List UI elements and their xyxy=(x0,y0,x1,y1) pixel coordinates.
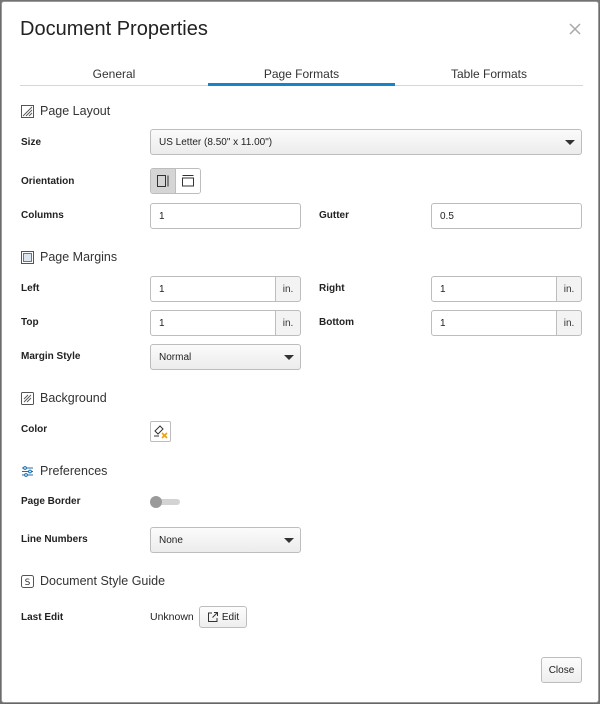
chevron-down-icon xyxy=(284,538,294,543)
last-edit-value: Unknown xyxy=(150,611,194,623)
right-margin-input[interactable]: 1 xyxy=(431,276,557,302)
style-guide-heading: Document Style Guide xyxy=(40,574,166,588)
background-icon xyxy=(21,391,34,405)
orientation-label: Orientation xyxy=(21,176,75,187)
left-margin-value: 1 xyxy=(159,283,165,295)
columns-input-value: 1 xyxy=(159,210,165,222)
orientation-toggle-group xyxy=(150,168,201,194)
style-guide-icon: S xyxy=(21,574,34,588)
bottom-margin-input[interactable]: 1 xyxy=(431,310,557,336)
background-color-swatch[interactable] xyxy=(150,421,171,442)
page-margins-heading: Page Margins xyxy=(40,250,118,264)
page-margins-section-heading: Page Margins xyxy=(21,250,117,264)
line-numbers-value: None xyxy=(159,534,183,546)
right-margin-label: Right xyxy=(319,283,345,294)
external-link-icon xyxy=(207,611,219,623)
size-select-value: US Letter (8.50" x 11.00") xyxy=(159,136,273,148)
margin-style-label: Margin Style xyxy=(21,351,81,362)
size-label: Size xyxy=(21,137,42,148)
bottom-margin-unit: in. xyxy=(556,310,582,336)
edit-style-guide-button[interactable]: Edit xyxy=(199,606,247,628)
right-margin-unit: in. xyxy=(556,276,582,302)
page-layout-heading: Page Layout xyxy=(40,104,111,118)
tab-page-formats[interactable]: Page Formats xyxy=(208,64,395,86)
background-heading: Background xyxy=(40,391,107,405)
top-margin-input[interactable]: 1 xyxy=(150,310,276,336)
left-margin-input[interactable]: 1 xyxy=(150,276,276,302)
tab-general[interactable]: General xyxy=(20,64,208,86)
gutter-label: Gutter xyxy=(319,210,349,221)
page-border-toggle[interactable] xyxy=(150,496,180,508)
line-numbers-label: Line Numbers xyxy=(21,534,88,545)
dialog-title: Document Properties xyxy=(20,18,208,40)
margin-style-select[interactable]: Normal xyxy=(150,344,301,370)
document-properties-dialog: Document Properties General Page Formats… xyxy=(1,1,599,703)
columns-input[interactable]: 1 xyxy=(150,203,301,229)
page-layout-icon xyxy=(21,104,34,118)
preferences-heading: Preferences xyxy=(40,464,108,478)
no-color-icon xyxy=(154,425,168,439)
background-section-heading: Background xyxy=(21,391,107,405)
top-margin-value: 1 xyxy=(159,317,165,329)
top-margin-label: Top xyxy=(21,317,39,328)
portrait-orientation-button[interactable] xyxy=(151,169,176,193)
color-label: Color xyxy=(21,424,48,435)
page-layout-section-heading: Page Layout xyxy=(21,104,110,118)
size-select[interactable]: US Letter (8.50" x 11.00") xyxy=(150,129,582,155)
tab-bar: General Page Formats Table Formats xyxy=(20,64,583,86)
line-numbers-select[interactable]: None xyxy=(150,527,301,553)
close-icon[interactable] xyxy=(567,21,583,37)
style-guide-section-heading: S Document Style Guide xyxy=(21,574,165,588)
gutter-input-value: 0.5 xyxy=(440,210,454,222)
toggle-knob xyxy=(150,496,162,508)
portrait-icon xyxy=(156,175,169,187)
bottom-margin-value: 1 xyxy=(440,317,446,329)
tab-table-formats[interactable]: Table Formats xyxy=(395,64,583,86)
chevron-down-icon xyxy=(284,355,294,360)
svg-text:S: S xyxy=(25,578,31,588)
preferences-icon xyxy=(21,465,34,478)
left-margin-unit: in. xyxy=(275,276,301,302)
gutter-input[interactable]: 0.5 xyxy=(431,203,582,229)
landscape-orientation-button[interactable] xyxy=(175,169,200,193)
left-margin-label: Left xyxy=(21,283,40,294)
top-margin-unit: in. xyxy=(275,310,301,336)
columns-label: Columns xyxy=(21,210,64,221)
right-margin-value: 1 xyxy=(440,283,446,295)
last-edit-label: Last Edit xyxy=(21,612,64,623)
close-button[interactable]: Close xyxy=(541,657,582,683)
margins-icon xyxy=(21,250,34,264)
margin-style-value: Normal xyxy=(159,351,192,363)
preferences-section-heading: Preferences xyxy=(21,464,107,478)
landscape-icon xyxy=(181,175,194,187)
edit-button-label: Edit xyxy=(221,611,240,623)
bottom-margin-label: Bottom xyxy=(319,317,354,328)
chevron-down-icon xyxy=(565,140,575,145)
page-border-label: Page Border xyxy=(21,496,81,507)
